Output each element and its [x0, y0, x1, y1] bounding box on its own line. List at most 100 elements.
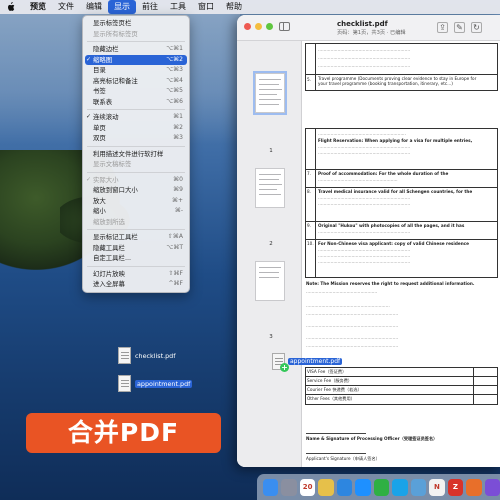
minimize-button[interactable] — [255, 23, 262, 30]
view-menu-item[interactable]: 高亮标记和备注 ⌥⌘4 — [83, 76, 189, 87]
app-orange-icon[interactable] — [466, 478, 482, 496]
finder2-icon[interactable] — [336, 478, 353, 496]
thumbnail-page-1[interactable] — [253, 71, 287, 115]
menu-item-shortcut: ⌘0 — [173, 175, 183, 183]
toolbar-icons: ⇪ ✎ ↻ — [437, 22, 482, 33]
app-red-icon[interactable]: Z — [447, 478, 464, 496]
menu-preview[interactable]: 预览 — [24, 0, 52, 14]
menu-item-label: 缩小 — [93, 207, 106, 215]
wechat-icon[interactable] — [373, 478, 390, 496]
view-menu-item: ✓ 实际大小 ⌘0 — [83, 175, 189, 186]
view-menu-item[interactable]: 缩小 ⌘- — [83, 206, 189, 217]
dragged-file-name: appointment.pdf — [288, 358, 343, 365]
menu-item-label: 隐藏边栏 — [93, 45, 119, 53]
file-name: appointment.pdf — [135, 379, 193, 388]
menu-file[interactable]: 文件 — [52, 0, 80, 14]
menu-separator — [87, 229, 185, 230]
view-menu-item[interactable]: 自定工具栏... — [83, 253, 189, 264]
preview-window: checklist.pdf 页码：第1页，共3页 · 已编辑 ⇪ ✎ ↻ 1 2… — [237, 15, 500, 467]
menu-help[interactable]: 帮助 — [220, 0, 248, 14]
safari-icon[interactable] — [355, 478, 371, 496]
dock: 20 N Z — [257, 474, 500, 500]
menu-item-shortcut: ⌥⌘4 — [166, 76, 183, 84]
sidebar-toggle-icon[interactable] — [279, 22, 290, 31]
apple-icon[interactable] — [6, 2, 16, 12]
thumbnail-label: 2 — [269, 241, 273, 247]
checkmark-icon: ✓ — [86, 175, 92, 183]
menu-item-label: 书签 — [93, 87, 106, 95]
calendar-icon[interactable]: 20 — [299, 478, 316, 496]
thumbnail-label: 3 — [269, 334, 273, 340]
notion-icon[interactable]: N — [429, 478, 445, 496]
desktop-file-appointment[interactable]: appointment.pdf — [118, 375, 193, 392]
view-menu-item[interactable]: 目录 ⌥⌘3 — [83, 65, 189, 76]
view-menu-item: 显示文稿标签 — [83, 159, 189, 170]
view-menu-item[interactable]: 利用描述文件进行软打样 — [83, 149, 189, 160]
menu-bar: 预览 文件 编辑 显示 前往 工具 窗口 帮助 — [0, 0, 500, 14]
view-menu-item[interactable]: ✓ 连续滚动 ⌘1 — [83, 112, 189, 123]
menu-item-label: 自定工具栏... — [93, 254, 132, 262]
pdf-file-icon — [118, 347, 131, 364]
window-controls — [244, 23, 273, 30]
desktop-file-checklist[interactable]: checklist.pdf — [118, 347, 176, 364]
view-menu-dropdown: 显示标签页栏显示所有标签页 隐藏边栏 ⌥⌘1 ✓ 缩略图 ⌥⌘2 目录 ⌥⌘3 高亮标记和备注 ⌥… — [82, 15, 190, 293]
launchpad-icon[interactable] — [281, 478, 297, 496]
thumbnail-sidebar: 1 2 3 — [237, 41, 302, 467]
view-menu-item[interactable]: 双页 ⌘3 — [83, 133, 189, 144]
preview-icon[interactable] — [410, 478, 427, 496]
view-menu-item[interactable]: 显示标记工具栏 ⇧⌘A — [83, 232, 189, 243]
menu-item-shortcut: ⌘- — [174, 207, 183, 214]
view-menu-item[interactable]: 进入全屏幕 ^⌘F — [83, 279, 189, 290]
menu-go[interactable]: 前往 — [136, 0, 164, 14]
menu-item-label: 缩略图 — [93, 55, 113, 64]
menu-item-label: 显示标签页栏 — [93, 19, 132, 27]
finder-icon[interactable] — [263, 478, 279, 496]
thumbnail-page-3[interactable] — [255, 261, 285, 301]
doc-row-5-text2: your travel programme (booking transport… — [318, 81, 453, 86]
menu-item-shortcut: ⌥⌘2 — [166, 55, 183, 63]
view-menu-item[interactable]: 显示标签页栏 — [83, 18, 189, 29]
dragged-file[interactable]: + appointment.pdf — [272, 353, 343, 372]
view-menu-item[interactable]: 幻灯片放映 ⇧⌘F — [83, 269, 189, 280]
menu-item-label: 联系表 — [93, 97, 113, 106]
other-fees-label: Other Fees（其他费用） — [307, 396, 355, 401]
signature-officer: Name & Signature of Processing Officer（受… — [306, 436, 438, 441]
view-menu-item[interactable]: 单页 ⌘2 — [83, 123, 189, 134]
menu-item-label: 显示文稿标签 — [93, 160, 132, 168]
view-menu-item[interactable]: 隐藏边栏 ⌥⌘1 — [83, 44, 189, 55]
markup-icon[interactable]: ✎ — [454, 22, 465, 33]
menu-item-shortcut: ⌥⌘6 — [166, 97, 183, 105]
menu-item-shortcut: ^⌘F — [168, 280, 183, 287]
view-menu-item[interactable]: ✓ 缩略图 ⌥⌘2 — [85, 54, 187, 65]
menu-edit[interactable]: 编辑 — [80, 0, 108, 14]
rotate-icon[interactable]: ↻ — [471, 22, 482, 33]
view-menu-item[interactable]: 书签 ⌥⌘5 — [83, 86, 189, 97]
app-purple-icon[interactable] — [484, 478, 500, 496]
menu-separator — [87, 41, 185, 42]
zoom-button[interactable] — [266, 23, 273, 30]
document-title: checklist.pdf — [337, 20, 388, 28]
doc-row-insurance: Travel medical insurance valid for all S… — [318, 189, 473, 194]
photos-icon[interactable] — [318, 478, 334, 496]
doc-note: Note: The Mission reserves the right to … — [306, 281, 475, 286]
menu-view[interactable]: 显示 — [108, 0, 136, 14]
doc-row-flight: Flight Reservation: When applying for a … — [318, 138, 473, 143]
doc-row-accommodation: Proof of accommodation: For the whole du… — [318, 171, 449, 176]
view-menu-item: 显示所有标签页 — [83, 29, 189, 40]
menu-tools[interactable]: 工具 — [164, 0, 192, 14]
menu-window[interactable]: 窗口 — [192, 0, 220, 14]
close-button[interactable] — [244, 23, 251, 30]
menu-item-shortcut: ⌘9 — [173, 186, 183, 193]
qq-icon[interactable] — [392, 478, 408, 496]
view-menu-item[interactable]: 缩放到窗口大小 ⌘9 — [83, 185, 189, 196]
menu-item-shortcut: ⌥⌘T — [166, 243, 183, 251]
view-menu-item[interactable]: 联系表 ⌥⌘6 — [83, 97, 189, 108]
share-icon[interactable]: ⇪ — [437, 22, 448, 33]
menu-item-label: 缩放到所选 — [93, 217, 125, 226]
view-menu-item[interactable]: 放大 ⌘+ — [83, 196, 189, 207]
thumbnail-page-2[interactable] — [255, 168, 285, 208]
view-menu-item[interactable]: 隐藏工具栏 ⌥⌘T — [83, 243, 189, 254]
menu-item-label: 单页 — [93, 123, 106, 132]
thumbnail-label: 1 — [269, 148, 273, 154]
file-name: checklist.pdf — [135, 351, 176, 360]
